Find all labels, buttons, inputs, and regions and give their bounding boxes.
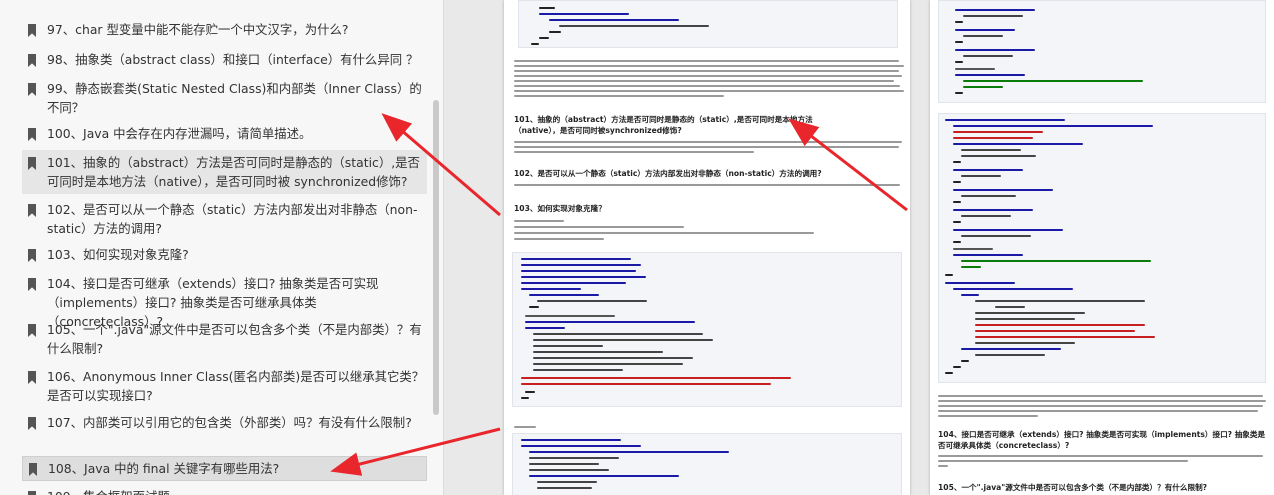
- toc-item-label: 107、内部类可以引用它的包含类（外部类）吗？有没有什么限制?: [47, 415, 412, 430]
- toc-item-102[interactable]: 102、是否可以从一个静态（static）方法内部发出对非静态（non-stat…: [22, 200, 427, 238]
- pdf-viewer: 97、char 型变量中能不能存贮一个中文汉字，为什么? 98、抽象类（abst…: [0, 0, 1274, 495]
- toc-item-label: 105、一个".java"源文件中是否可以包含多个类（不是内部类）？有什么限制?: [47, 322, 422, 356]
- toc-item-label: 106、Anonymous Inner Class(匿名内部类)是否可以继承其它…: [47, 369, 425, 403]
- toc-item-label: 102、是否可以从一个静态（static）方法内部发出对非静态（non-stat…: [47, 202, 418, 236]
- code-block: [938, 0, 1266, 103]
- code-block: [512, 433, 902, 495]
- bookmark-icon: [27, 249, 39, 263]
- toc-item-label: 98、抽象类（abstract class）和接口（interface）有什么异…: [47, 52, 419, 67]
- heading-105: 105、一个".java"源文件中是否可以包含多个类（不是内部类）？有什么限制?: [938, 483, 1208, 492]
- heading-102: 102、是否可以从一个静态（static）方法内部发出对非静态（non-stat…: [514, 169, 822, 178]
- toc-item-label: 101、抽象的（abstract）方法是否可同时是静态的（static）,是否可…: [47, 155, 420, 189]
- toc-item-105[interactable]: 105、一个".java"源文件中是否可以包含多个类（不是内部类）？有什么限制?: [22, 320, 427, 358]
- bookmark-icon: [27, 324, 39, 338]
- code-block: [518, 0, 898, 48]
- toc-item-label: 99、静态嵌套类(Static Nested Class)和内部类（Inner …: [47, 81, 422, 115]
- toc-item-99[interactable]: 99、静态嵌套类(Static Nested Class)和内部类（Inner …: [22, 79, 427, 117]
- bookmark-icon: [27, 54, 39, 68]
- toc-item-label: 108、Java 中的 final 关键字有哪些用法?: [48, 461, 280, 476]
- bookmark-icon: [27, 371, 39, 385]
- bookmark-icon: [27, 83, 39, 97]
- toc-item-98[interactable]: 98、抽象类（abstract class）和接口（interface）有什么异…: [22, 50, 427, 69]
- bookmark-icon: [27, 128, 39, 142]
- toc-item-101[interactable]: 101、抽象的（abstract）方法是否可同时是静态的（static）,是否可…: [22, 150, 427, 194]
- toc-item-100[interactable]: 100、Java 中会存在内存泄漏吗，请简单描述。: [22, 124, 427, 143]
- toc-item-97[interactable]: 97、char 型变量中能不能存贮一个中文汉字，为什么?: [22, 20, 427, 39]
- bookmark-icon: [27, 204, 39, 218]
- toc-item-label: 103、如何实现对象克隆?: [47, 247, 189, 262]
- toc-sidebar: 97、char 型变量中能不能存贮一个中文汉字，为什么? 98、抽象类（abst…: [0, 0, 444, 495]
- sidebar-scrollbar[interactable]: [433, 100, 439, 415]
- toc-item-label: 109、集合框架面试题: [47, 487, 170, 495]
- code-block: [512, 252, 902, 407]
- document-page-2: 104、接口是否可继承（extends）接口? 抽象类是否可实现（impleme…: [930, 0, 1274, 495]
- toc-item-label: 100、Java 中会存在内存泄漏吗，请简单描述。: [47, 126, 312, 141]
- bookmark-icon: [27, 491, 39, 495]
- bookmark-icon: [27, 278, 39, 292]
- heading-104: 104、接口是否可继承（extends）接口? 抽象类是否可实现（impleme…: [938, 430, 1266, 450]
- bookmark-icon: [27, 24, 39, 38]
- bookmark-icon: [27, 417, 39, 431]
- heading-101: 101、抽象的（abstract）方法是否可同时是静态的（static）,是否可…: [514, 115, 813, 135]
- toc-item-103[interactable]: 103、如何实现对象克隆?: [22, 245, 427, 264]
- toc-item-106[interactable]: 106、Anonymous Inner Class(匿名内部类)是否可以继承其它…: [22, 367, 427, 405]
- document-page-1: 101、抽象的（abstract）方法是否可同时是静态的（static）,是否可…: [504, 0, 910, 495]
- toc-item-109[interactable]: 109、集合框架面试题: [22, 487, 427, 495]
- bookmark-icon: [27, 157, 39, 171]
- toc-item-label: 97、char 型变量中能不能存贮一个中文汉字，为什么?: [47, 22, 349, 37]
- toc-item-107[interactable]: 107、内部类可以引用它的包含类（外部类）吗？有没有什么限制?: [22, 413, 427, 432]
- bookmark-icon: [28, 463, 40, 477]
- code-block: [938, 113, 1266, 383]
- heading-103: 103、如何实现对象克隆？: [514, 204, 606, 213]
- toc-item-108[interactable]: 108、Java 中的 final 关键字有哪些用法?: [22, 456, 427, 481]
